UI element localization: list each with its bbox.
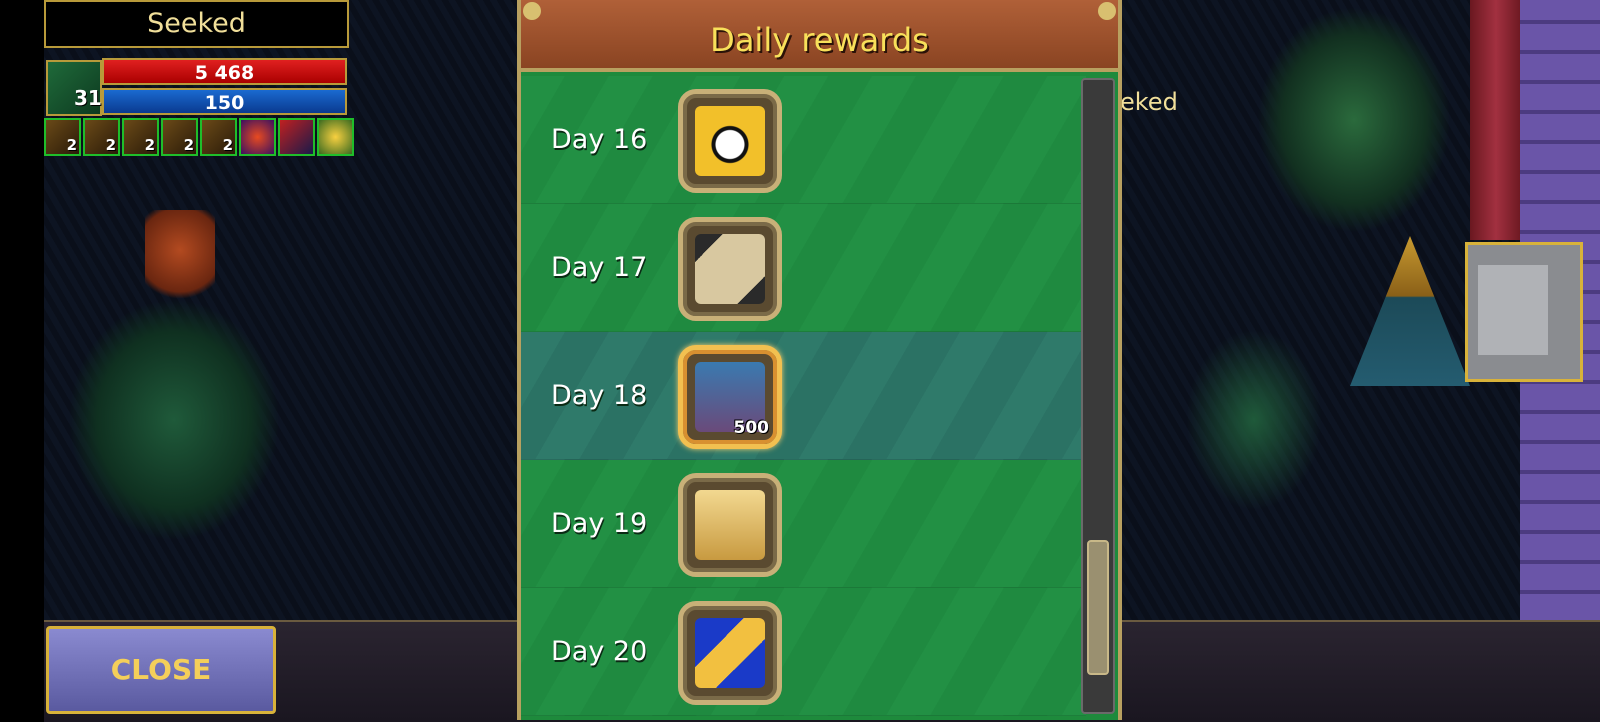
reward-row-day-18: Day 18 500 [521, 332, 1086, 460]
reward-slot[interactable]: 500 [678, 345, 782, 449]
day-label: Day 16 [551, 124, 648, 155]
sun-icon[interactable] [317, 118, 354, 156]
panel-header: Daily rewards [521, 0, 1118, 72]
health-bar: 5 468 [102, 58, 347, 85]
star-wand-icon[interactable]: 2 [161, 118, 198, 156]
buff-count: 2 [183, 136, 194, 154]
gauntlet-icon[interactable]: 2 [122, 118, 159, 156]
blue-scroll-icon [695, 618, 765, 688]
crossed-swords-icon[interactable] [278, 118, 315, 156]
buff-count: 2 [144, 136, 155, 154]
day-label: Day 19 [551, 508, 648, 539]
scroll-ribbon-icon [695, 234, 765, 304]
close-button[interactable]: CLOSE [46, 626, 276, 714]
reward-slot[interactable] [678, 473, 782, 577]
golden-armor-icon[interactable]: 2 [83, 118, 120, 156]
reward-row-day-19: Day 19 [521, 460, 1086, 588]
mana-bar: 150 [102, 88, 347, 115]
player-name: Seeked [44, 0, 349, 48]
other-player-name: eked [1120, 88, 1178, 116]
reward-row-day-16: Day 16 [521, 76, 1086, 204]
golden-boots-icon[interactable]: 2 [200, 118, 237, 156]
player-level: 31 [74, 86, 102, 110]
buff-count: 2 [66, 136, 77, 154]
daily-rewards-panel: Daily rewards Day 16 Day 17 Day 18 500 D [517, 0, 1122, 720]
reward-list[interactable]: Day 16 Day 17 Day 18 500 Day 19 Day 20 [521, 76, 1086, 716]
day-label: Day 20 [551, 636, 648, 667]
mana-value: 150 [204, 92, 245, 114]
reward-row-day-20: Day 20 [521, 588, 1086, 716]
reward-slot[interactable] [678, 89, 782, 193]
day-label: Day 18 [551, 380, 648, 411]
minimap[interactable] [1465, 242, 1583, 382]
golden-parchment-icon [695, 490, 765, 560]
reward-slot[interactable] [678, 217, 782, 321]
reward-slot[interactable] [678, 601, 782, 705]
reward-row-day-17: Day 17 [521, 204, 1086, 332]
yin-yang-flask-icon [695, 106, 765, 176]
buff-bar: 2 2 2 2 2 [44, 118, 354, 156]
panel-title: Daily rewards [710, 21, 929, 59]
buff-count: 2 [105, 136, 116, 154]
scrollbar[interactable] [1081, 78, 1115, 714]
golden-fist-icon[interactable]: 2 [44, 118, 81, 156]
scrollbar-thumb[interactable] [1087, 540, 1109, 675]
buff-count: 2 [222, 136, 233, 154]
reward-quantity: 500 [733, 418, 770, 438]
health-value: 5 468 [194, 62, 255, 84]
red-curtain [1470, 0, 1522, 240]
day-label: Day 17 [551, 252, 648, 283]
screen-edge [0, 0, 44, 720]
tree-creature [145, 210, 215, 310]
fire-orb-icon[interactable] [239, 118, 276, 156]
